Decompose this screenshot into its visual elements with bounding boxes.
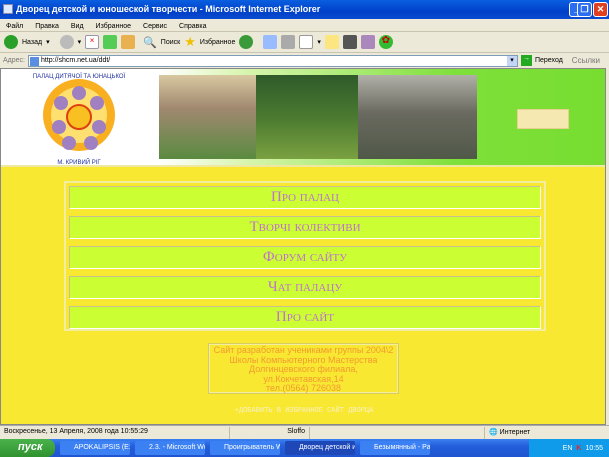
nav-menu: Про палац Творчі колективи Форум сайту Ч… — [64, 181, 546, 331]
task-media-player[interactable]: Проигрыватель Wi... — [210, 441, 280, 455]
nav-about-site[interactable]: Про сайт — [69, 306, 541, 329]
search-button[interactable]: Поиск — [161, 39, 180, 46]
stop-icon[interactable]: × — [85, 35, 100, 49]
print-icon[interactable] — [281, 35, 296, 49]
links-button[interactable]: Ссылки — [572, 56, 600, 65]
icq-icon[interactable]: ✿ — [378, 35, 393, 49]
nav-forum[interactable]: Форум сайту — [69, 246, 541, 269]
page-icon — [29, 56, 39, 66]
menu-bar: Файл Правка Вид Избранное Сервис Справка — [0, 19, 609, 32]
photo-dancers — [256, 75, 358, 159]
task-explorer[interactable]: APOKALIPSIS (E:) — [60, 441, 130, 455]
back-icon[interactable] — [4, 35, 18, 49]
k-icon[interactable] — [342, 35, 357, 49]
start-button[interactable]: пуск — [0, 439, 55, 457]
dropdown-icon[interactable]: ▾ — [506, 55, 517, 66]
system-tray: EN K 10:55 — [529, 439, 609, 457]
ie-icon — [3, 4, 13, 14]
menu-help[interactable]: Справка — [179, 23, 206, 30]
back-button[interactable]: Назад — [22, 39, 42, 46]
task-word[interactable]: 2.3. - Microsoft Word — [135, 441, 205, 455]
go-button[interactable]: Переход — [535, 57, 563, 64]
task-ie[interactable]: Дворец детской и ... — [285, 441, 355, 455]
favorites-icon[interactable]: ★ — [184, 34, 196, 50]
address-input[interactable]: http://shcm.net.ua/ddt/▾ — [27, 54, 518, 67]
credit-line: тел.(0564) 726038 — [265, 383, 342, 393]
go-icon[interactable]: → — [520, 55, 532, 66]
maximize-button[interactable]: ❐ — [577, 2, 592, 17]
status-bar: Воскресенье, 13 Апреля, 2008 года 10:55:… — [0, 425, 609, 439]
svg-text:М. КРИВИЙ РІГ: М. КРИВИЙ РІГ — [57, 158, 101, 166]
address-bar: Адрес: http://shcm.net.ua/ddt/▾ → Переход… — [0, 53, 609, 68]
menu-file[interactable]: Файл — [6, 23, 23, 30]
site-header: ПАЛАЦ ДИТЯЧОЇ ТА ЮНАЦЬКОЇ М. КРИВИЙ РІГ — [1, 69, 605, 167]
forward-icon[interactable] — [59, 35, 74, 49]
taskbar: пуск APOKALIPSIS (E:) 2.3. - Microsoft W… — [0, 439, 609, 457]
page-content: ПАЛАЦ ДИТЯЧОЇ ТА ЮНАЦЬКОЇ М. КРИВИЙ РІГ … — [0, 68, 606, 425]
photo-group — [358, 75, 477, 159]
nav-creative-groups[interactable]: Творчі колективи — [69, 216, 541, 239]
status-text: Воскресенье, 13 Апреля, 2008 года 10:55:… — [0, 426, 230, 439]
site-credits: Сайт разработан учениками группы 2004\2 … — [209, 344, 398, 393]
menu-view[interactable]: Вид — [71, 23, 84, 30]
home-icon[interactable] — [121, 35, 136, 49]
edit-icon[interactable] — [299, 35, 314, 49]
menu-tools[interactable]: Сервис — [143, 23, 167, 30]
toolbar: Назад ▾ ▾ × 🔍 Поиск ★ Избранное ▾ ✿ — [0, 32, 609, 53]
window-title: Дворец детской и юношеской творчести - M… — [16, 4, 321, 14]
menu-edit[interactable]: Правка — [35, 23, 59, 30]
close-button[interactable]: ✕ — [593, 2, 608, 17]
language-indicator[interactable]: EN — [563, 445, 573, 452]
status-middle: Sloffo — [230, 426, 310, 439]
menu-favorites[interactable]: Избранное — [96, 23, 131, 30]
search-icon[interactable]: 🔍 — [143, 36, 157, 49]
address-label: Адрес: — [3, 57, 25, 64]
nav-about-palace[interactable]: Про палац — [69, 186, 541, 209]
banner-button[interactable] — [517, 109, 569, 129]
clock: 10:55 — [585, 444, 603, 452]
history-icon[interactable] — [239, 35, 254, 49]
title-bar: Дворец детской и юношеской творчести - M… — [0, 0, 609, 19]
favorites-button[interactable]: Избранное — [200, 39, 235, 46]
notes-icon[interactable] — [324, 35, 339, 49]
task-paint[interactable]: Безымянный - Paint — [360, 441, 430, 455]
zone-indicator: 🌐 Интернет — [489, 428, 531, 436]
palace-logo: ПАЛАЦ ДИТЯЧОЇ ТА ЮНАЦЬКОЇ М. КРИВИЙ РІГ — [33, 73, 126, 166]
photo-children-indoor — [159, 75, 256, 159]
refresh-icon[interactable] — [103, 35, 118, 49]
svg-text:ПАЛАЦ ДИТЯЧОЇ ТА ЮНАЦЬКОЇ: ПАЛАЦ ДИТЯЧОЇ ТА ЮНАЦЬКОЇ — [33, 73, 126, 80]
research-icon[interactable] — [360, 35, 375, 49]
mail-icon[interactable] — [263, 35, 278, 49]
antivirus-icon[interactable]: K — [576, 445, 581, 452]
add-to-favorites-link[interactable]: +ДОБАВИТЬ В ИЗБРАННОЕ САЙТ ДВОРЦА — [1, 407, 605, 415]
nav-chat[interactable]: Чат палацу — [69, 276, 541, 299]
